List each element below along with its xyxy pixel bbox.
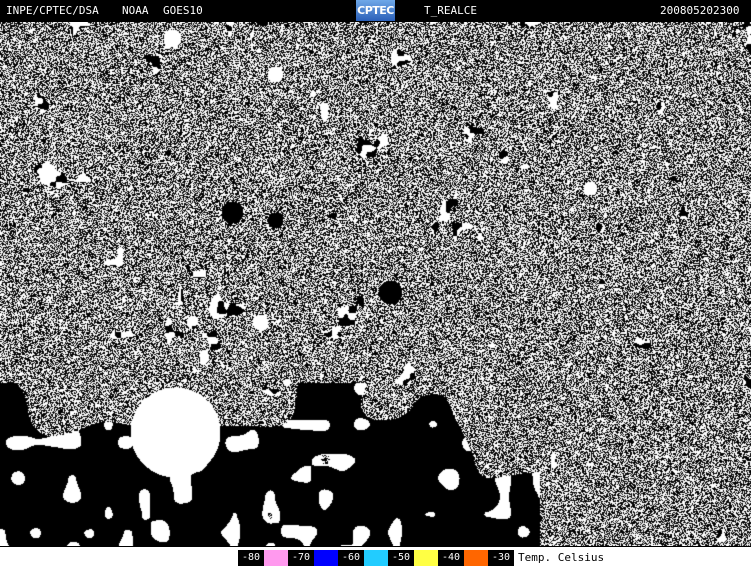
cptec-logo: CPTEC xyxy=(356,0,395,21)
agency-label: NOAA xyxy=(122,4,149,17)
satellite-image-canvas xyxy=(0,22,751,546)
legend-swatch-2 xyxy=(314,550,338,566)
image-header: INPE/CPTEC/DSA NOAA GOES10 CPTEC T_REALC… xyxy=(0,0,751,22)
product-label: T_REALCE xyxy=(424,4,477,17)
satellite-image xyxy=(0,22,751,546)
legend-swatch-3 xyxy=(364,550,388,566)
satellite-label: GOES10 xyxy=(163,4,203,17)
legend-swatch-4 xyxy=(414,550,438,566)
legend-label-2: -70 xyxy=(288,550,314,566)
legend-label-5: -40 xyxy=(438,550,464,566)
legend-label-6: -30 xyxy=(488,550,514,566)
temperature-legend: -80 -70 -60 -50 -40 -30 Temp. Celsius xyxy=(0,547,751,568)
legend-label-3: -60 xyxy=(338,550,364,566)
legend-swatch-1 xyxy=(264,550,288,566)
legend-label-4: -50 xyxy=(388,550,414,566)
source-label: INPE/CPTEC/DSA xyxy=(6,4,99,17)
legend-title: Temp. Celsius xyxy=(518,551,605,564)
legend-swatch-5 xyxy=(464,550,488,566)
timestamp-label: 200805202300 xyxy=(660,4,740,17)
legend-label-1: -80 xyxy=(238,550,264,566)
